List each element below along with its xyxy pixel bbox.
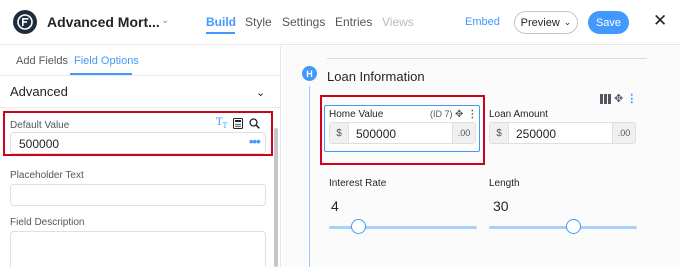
slider-thumb[interactable] bbox=[565, 219, 581, 234]
section-title[interactable]: Loan Information bbox=[327, 69, 425, 84]
calculator-icon[interactable] bbox=[233, 118, 244, 129]
top-bar: Advanced Mort... ⌄ Build Style Settings … bbox=[0, 0, 680, 45]
preview-button[interactable]: Preview ⌄ bbox=[514, 11, 578, 34]
placeholder-text-label: Placeholder Text bbox=[10, 170, 84, 181]
move-icon[interactable]: ✥ bbox=[455, 109, 463, 120]
row-controls: ✥ ⋮ bbox=[600, 92, 637, 105]
length-value: 30 bbox=[493, 198, 509, 214]
decimal-suffix: .00 bbox=[452, 123, 475, 143]
chevron-down-icon: ⌄ bbox=[563, 17, 572, 27]
interest-rate-label: Interest Rate bbox=[329, 178, 387, 189]
section-heading-badge[interactable]: H bbox=[302, 66, 317, 81]
length-label: Length bbox=[489, 178, 520, 189]
save-button[interactable]: Save bbox=[588, 11, 629, 34]
logo-icon[interactable] bbox=[13, 10, 37, 34]
default-value-text: 500000 bbox=[19, 137, 60, 151]
field-description-input[interactable] bbox=[10, 231, 266, 267]
default-value-tools: TT bbox=[216, 117, 261, 130]
length-slider[interactable] bbox=[489, 226, 637, 229]
vertical-dots-icon[interactable]: ⋮ bbox=[626, 92, 637, 105]
currency-prefix: $ bbox=[490, 123, 509, 143]
scrollbar[interactable] bbox=[274, 128, 278, 267]
tab-entries[interactable]: Entries bbox=[335, 15, 372, 29]
preview-label: Preview bbox=[520, 16, 560, 29]
tab-field-options[interactable]: Field Options bbox=[74, 55, 139, 67]
columns-icon[interactable] bbox=[600, 93, 611, 104]
field-options-panel: Add Fields Field Options Advanced ⌄ Defa… bbox=[0, 46, 281, 267]
decimal-suffix: .00 bbox=[612, 123, 635, 143]
tab-build[interactable]: Build bbox=[206, 15, 236, 29]
tab-style[interactable]: Style bbox=[245, 15, 272, 29]
more-dots-icon[interactable]: ••• bbox=[249, 134, 261, 149]
loan-amount-value: 250000 bbox=[516, 127, 557, 141]
currency-prefix: $ bbox=[330, 123, 349, 143]
divider bbox=[0, 107, 281, 108]
section-advanced[interactable]: Advanced bbox=[10, 84, 68, 99]
default-value-input[interactable]: 500000 ••• bbox=[10, 132, 266, 154]
interest-rate-value: 4 bbox=[331, 198, 339, 214]
loan-amount-label: Loan Amount bbox=[489, 109, 548, 120]
move-icon[interactable]: ✥ bbox=[614, 92, 623, 105]
field-id-badge: (ID 7) bbox=[430, 109, 453, 119]
tab-settings[interactable]: Settings bbox=[282, 15, 325, 29]
tab-add-fields[interactable]: Add Fields bbox=[16, 55, 68, 67]
chevron-down-icon[interactable]: ⌄ bbox=[256, 86, 265, 99]
search-icon[interactable] bbox=[249, 118, 261, 129]
loan-amount-input[interactable]: $ 250000 .00 bbox=[489, 122, 636, 144]
home-value-amount: 500000 bbox=[356, 127, 397, 141]
form-title[interactable]: Advanced Mort... bbox=[47, 14, 160, 30]
field-description-label: Field Description bbox=[10, 217, 85, 228]
close-icon[interactable]: ✕ bbox=[653, 12, 667, 29]
embed-button[interactable]: Embed bbox=[465, 16, 500, 28]
slider-thumb[interactable] bbox=[351, 219, 367, 234]
home-value-input[interactable]: $ 500000 .00 bbox=[329, 122, 476, 144]
default-value-label: Default Value bbox=[10, 120, 70, 131]
section-guide-line bbox=[309, 86, 310, 267]
chevron-down-icon[interactable]: ⌄ bbox=[161, 15, 169, 26]
home-value-label: Home Value bbox=[329, 109, 384, 120]
placeholder-text-input[interactable] bbox=[10, 184, 266, 206]
divider bbox=[327, 58, 647, 59]
vertical-dots-icon[interactable]: ⋮ bbox=[467, 109, 477, 120]
tab-views[interactable]: Views bbox=[382, 15, 414, 29]
text-format-icon[interactable]: TT bbox=[216, 117, 227, 130]
active-tab-indicator bbox=[206, 32, 235, 34]
divider bbox=[0, 75, 281, 76]
field-controls: ✥ ⋮ bbox=[455, 109, 477, 120]
